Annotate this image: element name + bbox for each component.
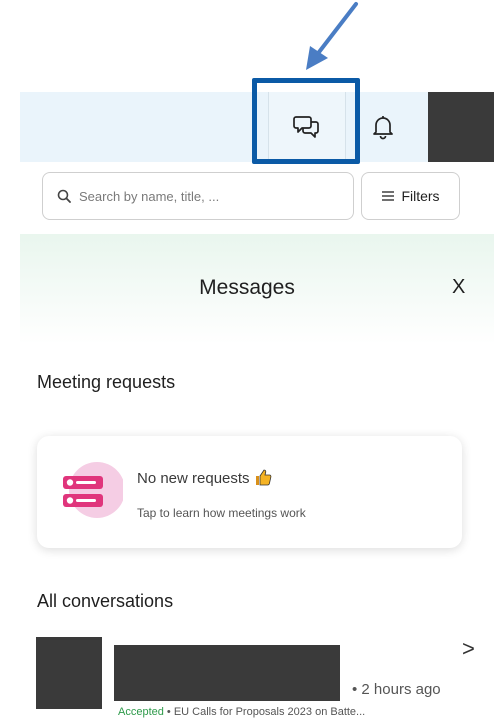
callout-arrow xyxy=(306,2,358,70)
conversation-preview: EU Calls for Proposals 2023 on Batte... xyxy=(173,706,366,718)
notifications-button[interactable] xyxy=(358,92,408,162)
status-badge: Accepted xyxy=(118,706,164,718)
conversation-avatar[interactable] xyxy=(36,637,102,709)
card-subtitle: Tap to learn how meetings work xyxy=(137,506,306,520)
search-icon xyxy=(57,189,71,203)
filters-button[interactable]: Filters xyxy=(361,172,460,220)
search-input[interactable] xyxy=(79,188,329,204)
profile-avatar[interactable] xyxy=(428,92,494,162)
top-header xyxy=(20,92,494,162)
requests-list-icon xyxy=(63,462,123,518)
messages-button[interactable] xyxy=(268,92,346,162)
status-separator: • xyxy=(163,706,174,718)
page-title: Messages xyxy=(199,276,295,299)
bell-icon xyxy=(373,116,393,140)
conversation-name-redacted[interactable] xyxy=(114,645,340,701)
thumbs-up-icon xyxy=(255,469,271,486)
menu-lines-icon xyxy=(382,191,395,201)
filters-label: Filters xyxy=(401,188,440,204)
meeting-requests-heading: Meeting requests xyxy=(37,372,176,392)
chat-bubbles-icon xyxy=(293,116,319,138)
chevron-right-icon[interactable]: > xyxy=(462,636,475,662)
meeting-requests-card[interactable]: No new requests Tap to learn how meeting… xyxy=(37,436,462,548)
close-button[interactable]: X xyxy=(452,276,465,299)
all-conversations-heading: All conversations xyxy=(37,591,174,611)
conversation-status-line: Accepted • EU Calls for Proposals 2023 o… xyxy=(118,706,365,718)
search-box[interactable] xyxy=(42,172,354,220)
conversation-time: • 2 hours ago xyxy=(352,681,441,698)
card-title-text: No new requests xyxy=(137,470,250,487)
card-title: No new requests xyxy=(137,468,272,487)
